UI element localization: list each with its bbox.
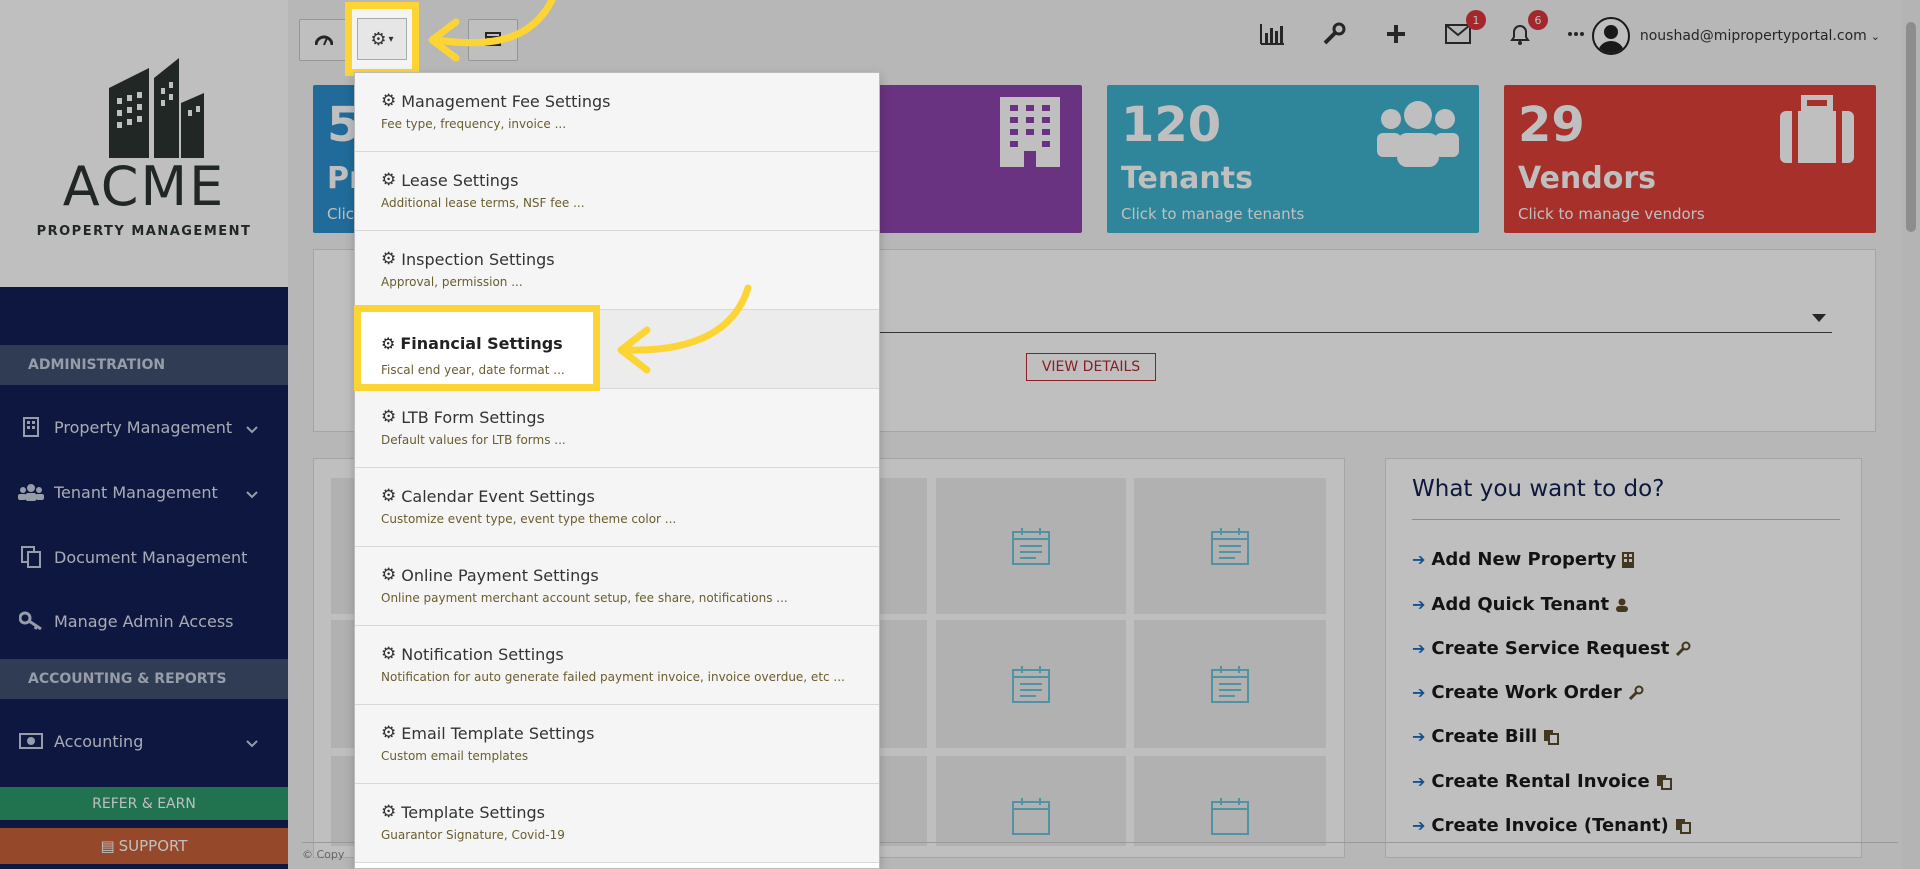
menu-item-title: Inspection Settings bbox=[401, 249, 555, 269]
menu-item-desc: Fee type, frequency, invoice ... bbox=[381, 117, 567, 131]
settings-button[interactable]: ⚙ ▾ bbox=[345, 2, 419, 76]
menu-item-desc: Fiscal end year, date format ... bbox=[381, 363, 565, 377]
menu-item-desc: Customize event type, event type theme c… bbox=[381, 512, 677, 526]
gear-icon: ⚙ bbox=[381, 407, 397, 427]
menu-item-ltb-form-settings[interactable]: ⚙ LTB Form Settings Default values for LT… bbox=[355, 389, 879, 468]
menu-item-notification-settings[interactable]: ⚙ Notification Settings Notification for … bbox=[355, 626, 879, 705]
menu-item-lease-settings[interactable]: ⚙ Lease Settings Additional lease terms, … bbox=[355, 152, 879, 231]
gear-icon: ⚙ bbox=[381, 170, 397, 190]
annotation-arrow-financial bbox=[617, 284, 752, 374]
menu-item-title: LTB Form Settings bbox=[401, 407, 545, 427]
menu-item-title: Management Fee Settings bbox=[401, 91, 611, 111]
menu-item-desc: Custom email templates bbox=[381, 749, 529, 763]
caret-down-icon: ▾ bbox=[388, 33, 394, 45]
gear-icon: ⚙ bbox=[381, 486, 397, 506]
gear-icon: ⚙ bbox=[381, 249, 397, 269]
menu-item-financial-settings[interactable]: ⚙ Financial Settings Fiscal end year, dat… bbox=[354, 305, 600, 391]
menu-item-online-payment-settings[interactable]: ⚙ Online Payment Settings Online payment … bbox=[355, 547, 879, 626]
menu-item-desc: Default values for LTB forms ... bbox=[381, 433, 566, 447]
menu-item-desc: Guarantor Signature, Covid-19 bbox=[381, 828, 565, 842]
menu-item-title: Email Template Settings bbox=[401, 723, 595, 743]
menu-item-title: Notification Settings bbox=[401, 644, 564, 664]
menu-item-title: Lease Settings bbox=[401, 170, 519, 190]
gear-icon: ⚙ bbox=[381, 723, 397, 743]
menu-item-title: Financial Settings bbox=[400, 334, 563, 353]
gear-icon: ⚙ bbox=[381, 91, 397, 111]
menu-item-title: Calendar Event Settings bbox=[401, 486, 595, 506]
menu-item-title: Online Payment Settings bbox=[401, 565, 599, 585]
menu-item-management-fee-settings[interactable]: ⚙ Management Fee Settings Fee type, frequ… bbox=[355, 73, 879, 152]
dim-overlay bbox=[0, 0, 1920, 869]
menu-item-template-settings[interactable]: ⚙ Template Settings Guarantor Signature, … bbox=[355, 784, 879, 863]
settings-button-inner: ⚙ ▾ bbox=[357, 18, 407, 60]
settings-dropdown-menu: ⚙ Management Fee Settings Fee type, frequ… bbox=[354, 72, 880, 869]
menu-item-email-template-settings[interactable]: ⚙ Email Template Settings Custom email te… bbox=[355, 705, 879, 784]
gear-icon: ⚙ bbox=[370, 28, 387, 50]
gear-icon: ⚙ bbox=[381, 565, 397, 585]
gear-icon: ⚙ bbox=[381, 334, 396, 353]
menu-item-desc: Notification for auto generate failed pa… bbox=[381, 670, 845, 684]
gear-icon: ⚙ bbox=[381, 802, 397, 822]
menu-item-desc: Additional lease terms, NSF fee ... bbox=[381, 196, 585, 210]
gear-icon: ⚙ bbox=[381, 644, 397, 664]
menu-item-title: Template Settings bbox=[401, 802, 545, 822]
menu-item-desc: Approval, permission ... bbox=[381, 275, 523, 289]
menu-item-calendar-event-settings[interactable]: ⚙ Calendar Event Settings Customize event… bbox=[355, 468, 879, 547]
annotation-arrow-settings bbox=[428, 0, 556, 62]
menu-item-desc: Online payment merchant account setup, f… bbox=[381, 591, 788, 605]
